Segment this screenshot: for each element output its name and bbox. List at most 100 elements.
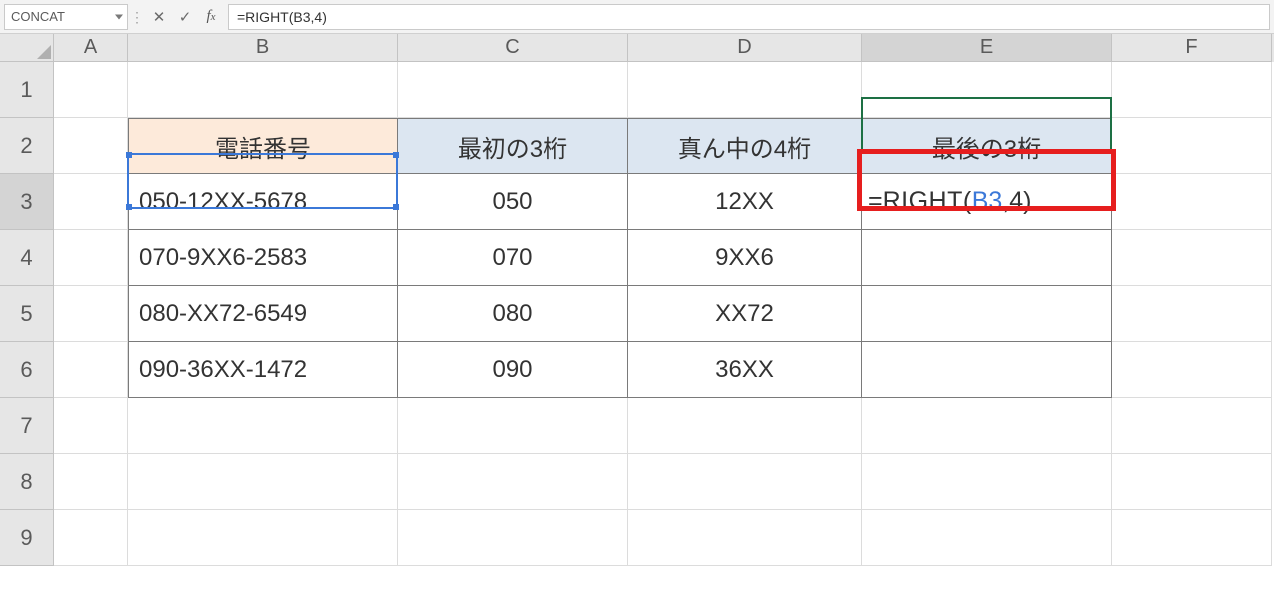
formula-comma: ,: [1002, 187, 1009, 216]
formula-bar: CONCAT ⋮ ✕ ✓ fx =RIGHT(B3,4): [0, 0, 1274, 34]
cell-F3[interactable]: [1112, 174, 1272, 230]
formula-arg: 4: [1009, 187, 1023, 216]
column-header-F[interactable]: F: [1112, 34, 1272, 62]
cell-E5[interactable]: [862, 286, 1112, 342]
cell-A8[interactable]: [54, 454, 128, 510]
formula-fn: RIGHT(: [883, 187, 972, 216]
cell-D3-value: 12XX: [715, 188, 774, 216]
row-6: 6 090-36XX-1472 090 36XX: [0, 342, 1274, 398]
cell-A1[interactable]: [54, 62, 128, 118]
cell-A5[interactable]: [54, 286, 128, 342]
cell-C4[interactable]: 070: [398, 230, 628, 286]
cell-B7[interactable]: [128, 398, 398, 454]
cell-E8[interactable]: [862, 454, 1112, 510]
cell-E1[interactable]: [862, 62, 1112, 118]
cell-D4[interactable]: 9XX6: [628, 230, 862, 286]
cell-D6[interactable]: 36XX: [628, 342, 862, 398]
formula-input[interactable]: =RIGHT(B3,4): [228, 4, 1270, 30]
formula-input-value: =RIGHT(B3,4): [237, 9, 327, 25]
column-header-C[interactable]: C: [398, 34, 628, 62]
cell-C8[interactable]: [398, 454, 628, 510]
row-header-9[interactable]: 9: [0, 510, 54, 566]
cell-B8[interactable]: [128, 454, 398, 510]
chevron-down-icon[interactable]: [115, 14, 123, 19]
cell-E6[interactable]: [862, 342, 1112, 398]
cell-C9[interactable]: [398, 510, 628, 566]
row-4: 4 070-9XX6-2583 070 9XX6: [0, 230, 1274, 286]
cell-F9[interactable]: [1112, 510, 1272, 566]
row-header-8[interactable]: 8: [0, 454, 54, 510]
cell-F8[interactable]: [1112, 454, 1272, 510]
formula-bar-divider: ⋮: [128, 4, 146, 30]
cell-E4[interactable]: [862, 230, 1112, 286]
cell-F7[interactable]: [1112, 398, 1272, 454]
column-header-B[interactable]: B: [128, 34, 398, 62]
header-last3: 最後の3桁: [932, 129, 1041, 164]
cell-C6[interactable]: 090: [398, 342, 628, 398]
cell-A9[interactable]: [54, 510, 128, 566]
cell-C4-value: 070: [492, 244, 532, 272]
column-headers: A B C D E F: [0, 34, 1274, 62]
cell-E3[interactable]: =RIGHT(B3,4): [862, 174, 1112, 230]
cell-E2[interactable]: 最後の3桁: [862, 118, 1112, 174]
row-header-4[interactable]: 4: [0, 230, 54, 286]
cell-C7[interactable]: [398, 398, 628, 454]
header-mid4: 真ん中の4桁: [678, 129, 811, 164]
cell-D8[interactable]: [628, 454, 862, 510]
cell-D2[interactable]: 真ん中の4桁: [628, 118, 862, 174]
row-8: 8: [0, 454, 1274, 510]
cell-D3[interactable]: 12XX: [628, 174, 862, 230]
row-1: 1: [0, 62, 1274, 118]
cell-B5-value: 080-XX72-6549: [139, 300, 307, 328]
cell-A3[interactable]: [54, 174, 128, 230]
cell-A6[interactable]: [54, 342, 128, 398]
cell-C5[interactable]: 080: [398, 286, 628, 342]
cell-F4[interactable]: [1112, 230, 1272, 286]
column-header-E[interactable]: E: [862, 34, 1112, 62]
column-header-D[interactable]: D: [628, 34, 862, 62]
cell-B6[interactable]: 090-36XX-1472: [128, 342, 398, 398]
row-3: 3 050-12XX-5678 050 12XX =RIGHT(B3,4): [0, 174, 1274, 230]
select-all-corner[interactable]: [0, 34, 54, 62]
cell-B2[interactable]: 電話番号: [128, 118, 398, 174]
row-7: 7: [0, 398, 1274, 454]
cell-A4[interactable]: [54, 230, 128, 286]
cell-B6-value: 090-36XX-1472: [139, 356, 307, 384]
cell-E9[interactable]: [862, 510, 1112, 566]
spreadsheet-grid: A B C D E F 1 2 電話番号 最初の3桁 真ん中の4桁 最後の3桁 …: [0, 34, 1274, 566]
cell-D9[interactable]: [628, 510, 862, 566]
row-header-5[interactable]: 5: [0, 286, 54, 342]
row-5: 5 080-XX72-6549 080 XX72: [0, 286, 1274, 342]
row-header-7[interactable]: 7: [0, 398, 54, 454]
cancel-icon[interactable]: ✕: [146, 4, 172, 30]
row-header-3[interactable]: 3: [0, 174, 54, 230]
cell-E7[interactable]: [862, 398, 1112, 454]
row-header-1[interactable]: 1: [0, 62, 54, 118]
cell-D4-value: 9XX6: [715, 244, 774, 272]
cell-B3[interactable]: 050-12XX-5678: [128, 174, 398, 230]
cell-F2[interactable]: [1112, 118, 1272, 174]
cell-B4[interactable]: 070-9XX6-2583: [128, 230, 398, 286]
cell-B9[interactable]: [128, 510, 398, 566]
confirm-icon[interactable]: ✓: [172, 4, 198, 30]
cell-D1[interactable]: [628, 62, 862, 118]
cell-B1[interactable]: [128, 62, 398, 118]
cell-D5[interactable]: XX72: [628, 286, 862, 342]
cell-C3[interactable]: 050: [398, 174, 628, 230]
cell-F6[interactable]: [1112, 342, 1272, 398]
cell-B5[interactable]: 080-XX72-6549: [128, 286, 398, 342]
cell-C1[interactable]: [398, 62, 628, 118]
cell-D7[interactable]: [628, 398, 862, 454]
formula-eq: =: [868, 187, 883, 216]
row-header-6[interactable]: 6: [0, 342, 54, 398]
column-header-A[interactable]: A: [54, 34, 128, 62]
fx-icon[interactable]: fx: [198, 4, 224, 30]
cell-A7[interactable]: [54, 398, 128, 454]
name-box[interactable]: CONCAT: [4, 4, 128, 30]
cell-F5[interactable]: [1112, 286, 1272, 342]
cell-F1[interactable]: [1112, 62, 1272, 118]
cell-C2[interactable]: 最初の3桁: [398, 118, 628, 174]
cell-A2[interactable]: [54, 118, 128, 174]
row-header-2[interactable]: 2: [0, 118, 54, 174]
header-first3: 最初の3桁: [458, 129, 567, 164]
